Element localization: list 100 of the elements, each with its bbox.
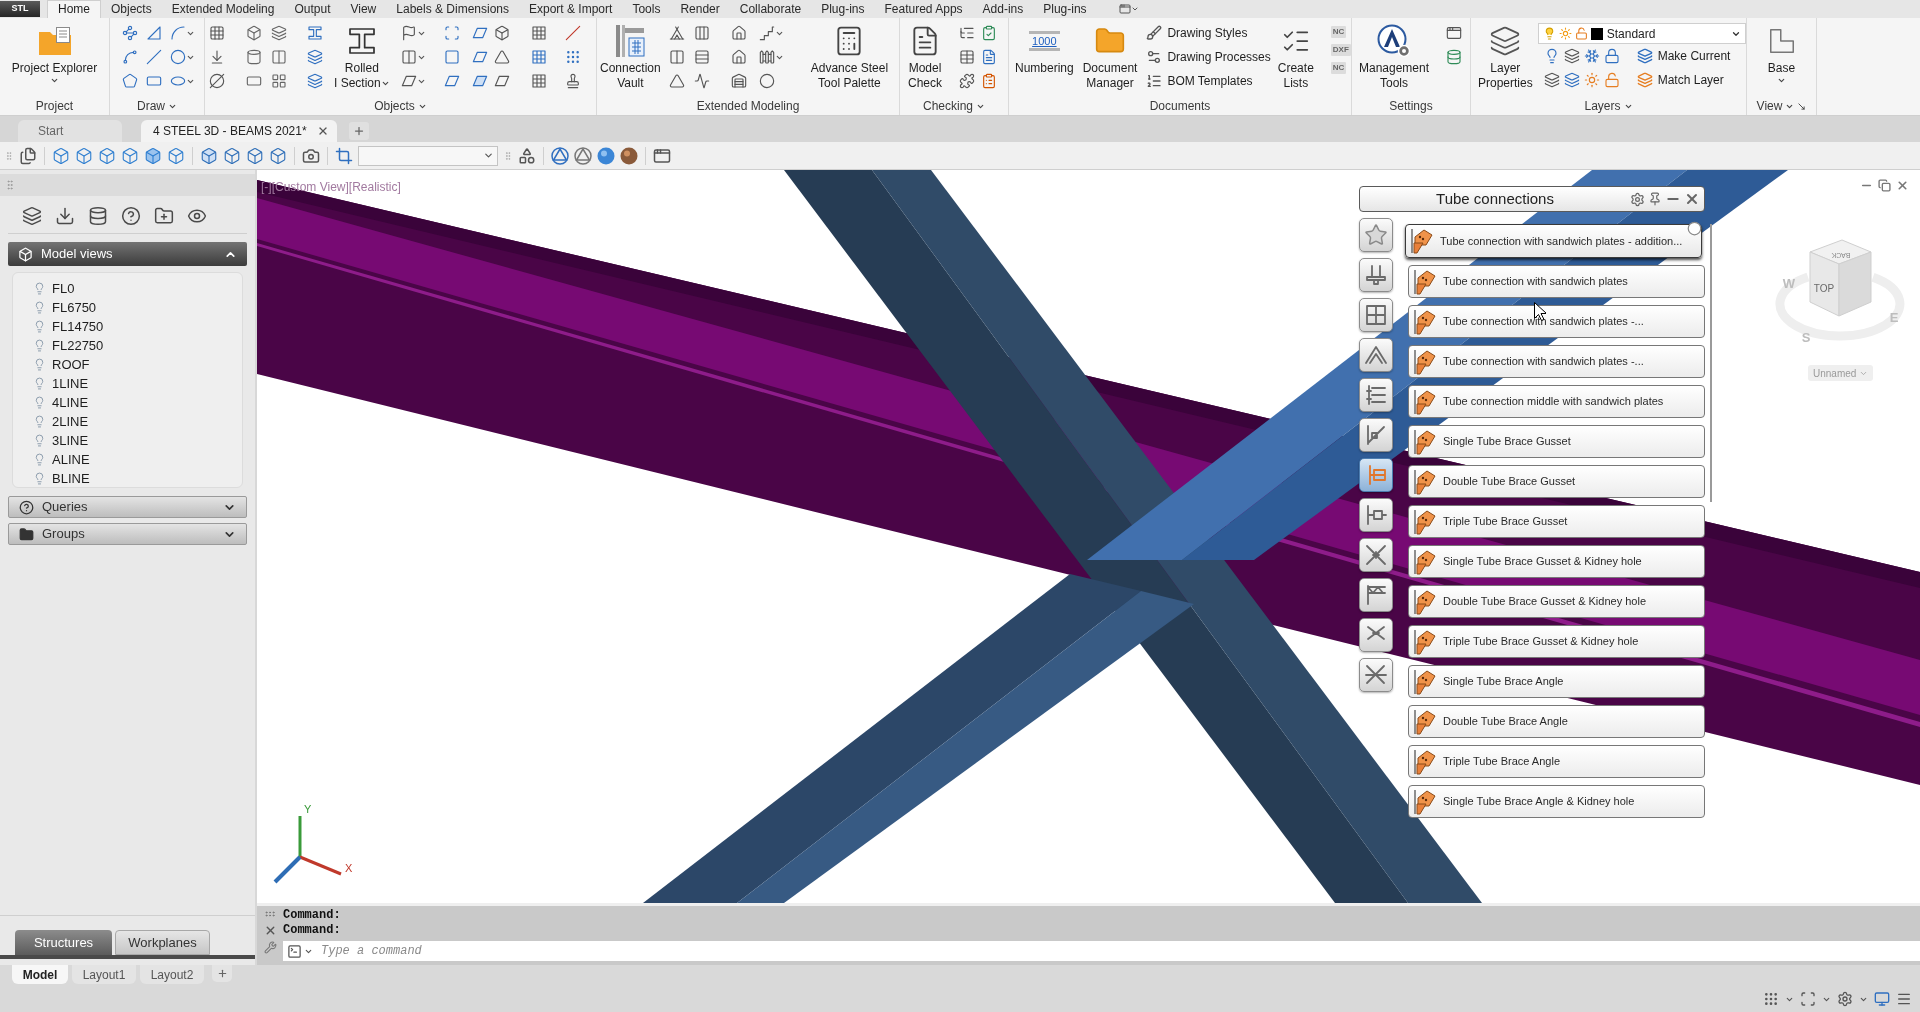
- line-icon[interactable]: [564, 25, 581, 41]
- triangle-icon[interactable]: [668, 73, 685, 89]
- cube-icon[interactable]: [75, 146, 93, 165]
- category-button[interactable]: [1359, 298, 1393, 332]
- bom-templates-button[interactable]: BOM Templates: [1146, 69, 1271, 93]
- drawing-processes-button[interactable]: Drawing Processes: [1146, 45, 1271, 69]
- connection-item[interactable]: Single Tube Brace Angle: [1408, 665, 1705, 698]
- layout-tab[interactable]: Layout1: [72, 965, 136, 984]
- connection-vault-button[interactable]: Connection Vault: [597, 18, 664, 91]
- section-header[interactable]: Model views: [8, 242, 247, 266]
- sphere-icon[interactable]: [620, 146, 638, 165]
- model-view-item[interactable]: 3LINE: [52, 430, 89, 451]
- polyline-icon[interactable]: [122, 25, 138, 41]
- connection-item[interactable]: Double Tube Brace Angle: [1408, 705, 1705, 738]
- category-button[interactable]: [1359, 258, 1393, 292]
- rectangle-icon[interactable]: [146, 73, 162, 89]
- category-button[interactable]: [1359, 498, 1393, 532]
- ribbon-tab[interactable]: Tools: [622, 0, 671, 18]
- grip-icon[interactable]: [264, 908, 276, 920]
- model-check-button[interactable]: Model Check: [905, 18, 945, 91]
- dialog-launcher-icon[interactable]: [1797, 101, 1807, 111]
- layers-icon[interactable]: [1563, 72, 1580, 88]
- palette-title-bar[interactable]: Tube connections: [1359, 186, 1705, 212]
- lock-icon[interactable]: [1603, 72, 1620, 88]
- rows-icon[interactable]: [693, 49, 710, 65]
- circle-icon[interactable]: [758, 73, 775, 89]
- category-button[interactable]: [1359, 578, 1393, 612]
- rolled-section-button[interactable]: Rolled I Section: [331, 18, 393, 91]
- model-view-item[interactable]: FL6750: [52, 297, 97, 318]
- view-label[interactable]: [-][Custom View][Realistic]: [261, 178, 401, 196]
- plate-icon[interactable]: [400, 73, 417, 89]
- stairs-icon[interactable]: [758, 25, 775, 41]
- category-button[interactable]: [1359, 618, 1393, 652]
- eye-icon[interactable]: [187, 206, 207, 226]
- snowflake-icon[interactable]: [1583, 48, 1600, 64]
- section-header[interactable]: Queries: [8, 496, 247, 518]
- ribbon-tab[interactable]: Collaborate: [729, 0, 812, 18]
- grid-icon[interactable]: [271, 73, 287, 89]
- connection-item[interactable]: Tube connection with sandwich plates -...: [1408, 345, 1705, 378]
- cube-icon[interactable]: [223, 146, 241, 165]
- model-view-item[interactable]: 4LINE: [52, 392, 89, 413]
- document-manager-button[interactable]: Document Manager: [1079, 18, 1141, 91]
- stamp-icon[interactable]: [564, 73, 581, 89]
- help-icon[interactable]: [121, 206, 141, 226]
- panel-title[interactable]: Draw: [137, 97, 177, 115]
- columns-icon[interactable]: [693, 25, 710, 41]
- layers-icon[interactable]: [271, 25, 287, 41]
- rectangle-icon[interactable]: [246, 73, 262, 89]
- create-lists-button[interactable]: Create Lists: [1274, 18, 1317, 91]
- pin-icon[interactable]: [1648, 192, 1662, 206]
- window-icon[interactable]: [653, 146, 671, 165]
- sun-icon[interactable]: [1583, 72, 1600, 88]
- file-type-button[interactable]: NC: [1330, 26, 1347, 38]
- shapes-icon[interactable]: [518, 146, 536, 165]
- model-view-item[interactable]: FL22750: [52, 335, 104, 356]
- model-viewport[interactable]: [257, 170, 1920, 903]
- model-view-item[interactable]: BLINE: [52, 468, 90, 489]
- file-type-button[interactable]: DXF: [1330, 44, 1351, 56]
- grid-icon[interactable]: [209, 25, 225, 41]
- grip-icon[interactable]: [4, 150, 14, 161]
- circle-icon[interactable]: [170, 49, 186, 65]
- match-layer-button[interactable]: Match Layer: [1636, 68, 1724, 92]
- ribbon-tab[interactable]: Export & Import: [519, 0, 623, 18]
- cube-icon[interactable]: [52, 146, 70, 165]
- file-type-button[interactable]: NC: [1330, 62, 1347, 74]
- list-tree-icon[interactable]: [959, 25, 975, 41]
- ribbon-tab[interactable]: Objects: [101, 0, 162, 18]
- lock-icon[interactable]: [1574, 27, 1588, 40]
- connection-item[interactable]: Double Tube Brace Gusset: [1408, 465, 1705, 498]
- connection-item[interactable]: Double Tube Brace Gusset & Kidney hole: [1408, 585, 1705, 618]
- close-icon[interactable]: [317, 125, 329, 137]
- panel-grip-bar[interactable]: [0, 174, 255, 196]
- ribbon-tab[interactable]: Render: [670, 0, 730, 18]
- settings-icon[interactable]: [1630, 191, 1645, 207]
- terminal-icon[interactable]: [287, 943, 302, 959]
- model-view-item[interactable]: 1LINE: [52, 373, 89, 394]
- new-tab-button[interactable]: [349, 122, 369, 140]
- spline-icon[interactable]: [122, 49, 138, 65]
- category-button[interactable]: [1359, 378, 1393, 412]
- ribbon-tab[interactable]: View: [340, 0, 387, 18]
- railing-icon[interactable]: [758, 49, 775, 65]
- panel-title[interactable]: View: [1756, 97, 1807, 115]
- cube-icon[interactable]: [246, 25, 262, 41]
- database-icon[interactable]: [1446, 49, 1463, 65]
- connection-item[interactable]: Single Tube Brace Gusset: [1408, 425, 1705, 458]
- connection-item[interactable]: Triple Tube Brace Gusset: [1408, 505, 1705, 538]
- window-icon[interactable]: [1446, 25, 1463, 41]
- circle-slash-icon[interactable]: [209, 73, 225, 89]
- ribbon-tab[interactable]: Home: [47, 0, 101, 18]
- app-menu-button[interactable]: STL: [0, 1, 40, 17]
- cube-face-label[interactable]: TOP: [1813, 283, 1835, 294]
- arrow-down-icon[interactable]: [209, 49, 225, 65]
- caret-icon[interactable]: [1130, 5, 1139, 13]
- table-icon[interactable]: [959, 49, 975, 65]
- model-view-item[interactable]: FL14750: [52, 316, 104, 337]
- columns-icon[interactable]: [271, 49, 287, 65]
- panel-tab[interactable]: Workplanes: [115, 930, 210, 955]
- new-layout-button[interactable]: [212, 965, 232, 982]
- layout-tab[interactable]: Model: [12, 965, 68, 984]
- connection-item[interactable]: Tube connection with sandwich plates: [1408, 265, 1705, 298]
